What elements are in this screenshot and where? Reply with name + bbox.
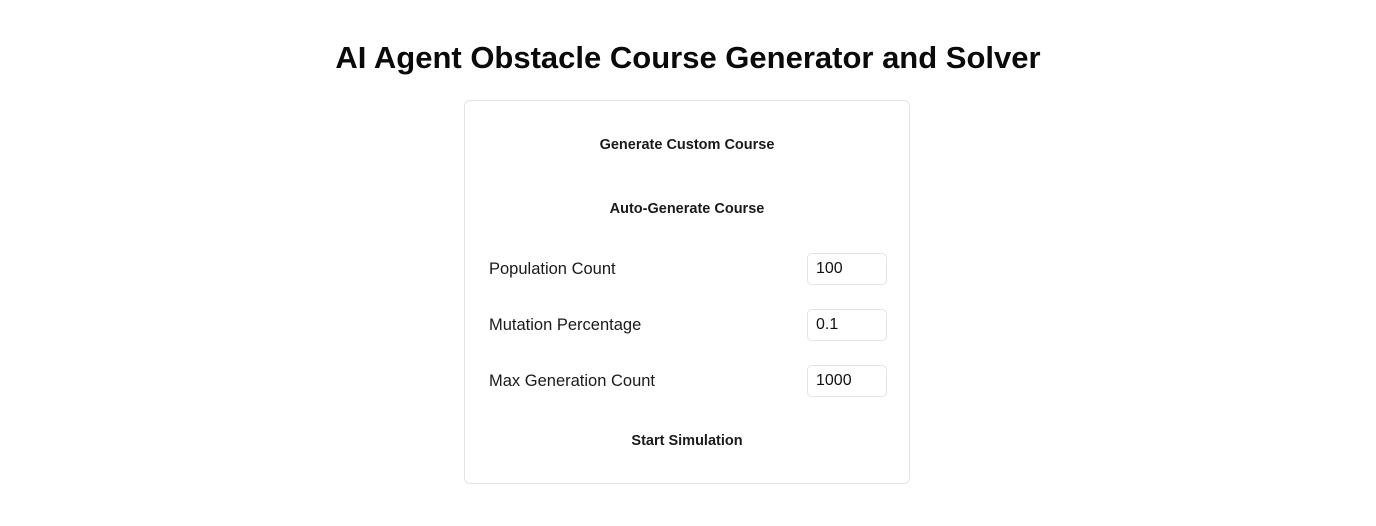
population-count-label: Population Count — [489, 260, 616, 278]
max-generation-count-input[interactable] — [807, 365, 887, 397]
control-panel: Generate Custom Course Auto-Generate Cou… — [464, 100, 910, 484]
max-generation-count-row: Max Generation Count — [489, 365, 887, 397]
max-generation-count-label: Max Generation Count — [489, 372, 656, 390]
generate-custom-course-button[interactable]: Generate Custom Course — [489, 127, 885, 163]
population-count-input[interactable] — [807, 253, 887, 285]
start-simulation-button[interactable]: Start Simulation — [489, 423, 885, 459]
auto-generate-course-button[interactable]: Auto-Generate Course — [489, 191, 885, 227]
mutation-percentage-row: Mutation Percentage — [489, 309, 887, 341]
mutation-percentage-label: Mutation Percentage — [489, 316, 642, 334]
page-title: AI Agent Obstacle Course Generator and S… — [335, 40, 1041, 75]
mutation-percentage-input[interactable] — [807, 309, 887, 341]
population-count-row: Population Count — [489, 253, 887, 285]
